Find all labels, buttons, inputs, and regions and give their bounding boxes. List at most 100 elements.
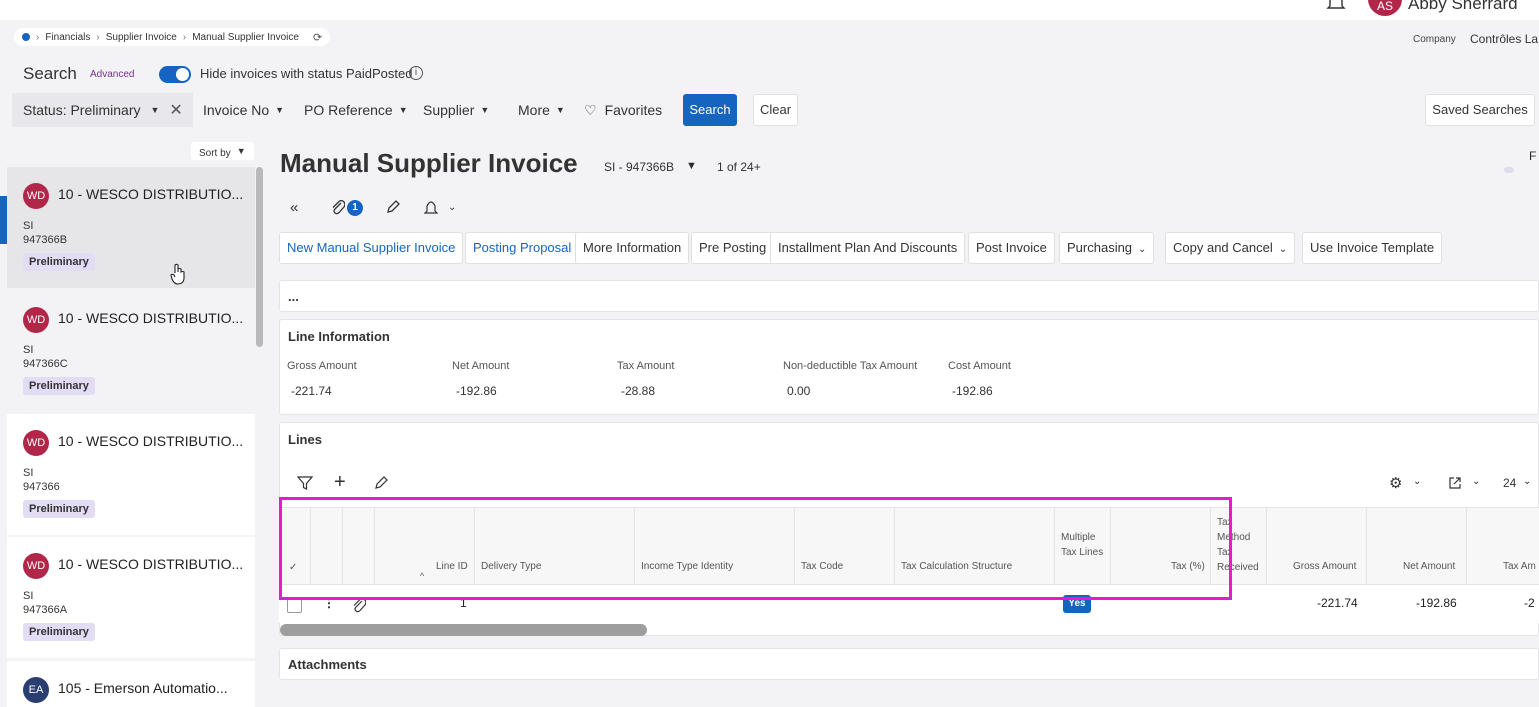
copy-and-cancel-menu[interactable]: Copy and Cancel ⌄ [1165,232,1296,264]
add-icon[interactable]: + [334,471,346,494]
hand-pointer-icon [170,263,185,285]
company-selector[interactable]: Contrôles La [1470,32,1538,46]
posting-proposal-button[interactable]: Posting Proposal [465,232,580,264]
net-amount-label: Net Amount [452,360,510,372]
settings-gear-icon[interactable]: ⚙ [1389,474,1402,492]
search-button[interactable]: Search [683,94,737,126]
notification-bell-icon[interactable] [1326,0,1346,12]
breadcrumb-financials[interactable]: Financials [45,32,90,43]
gross-amount-value: -221.74 [291,384,332,398]
purchasing-menu[interactable]: Purchasing ⌄ [1059,232,1155,264]
chevron-down-icon[interactable]: ⌄ [1523,476,1531,487]
status-badge: Preliminary [23,253,95,271]
edit-pencil-icon[interactable] [374,476,388,490]
bell-icon[interactable] [424,200,438,216]
cell-net-amount: -192.86 [1416,596,1457,610]
refresh-icon[interactable]: ⟳ [313,31,322,44]
user-avatar[interactable]: AS [1368,0,1402,16]
status-chip-label: Status: Preliminary [23,102,141,118]
caret-down-icon: ▼ [275,105,285,115]
invoice-no-filter[interactable]: Invoice No ▼ [203,102,284,118]
list-item-number: 947366C [23,358,68,370]
status-filter-chip[interactable]: Status: Preliminary ▼ ✕ [12,93,193,127]
chevron-down-icon[interactable]: ⌄ [448,202,456,213]
list-item[interactable]: WD 10 - WESCO DISTRIBUTIO... SI 947366A … [7,537,255,658]
filter-label: Invoice No [203,102,270,118]
home-icon[interactable] [22,33,30,41]
sort-by-label: Sort by [199,148,231,159]
paperclip-icon[interactable] [331,199,345,215]
filter-label: More [518,102,550,118]
column-header-net-amount[interactable]: Net Amount [1403,561,1455,572]
chevron-down-icon: ⌄ [1138,244,1147,255]
avatar: WD [23,307,49,333]
chevron-right-icon: › [36,31,40,43]
top-bar: AS Abby Sherrard [0,0,1539,20]
caret-down-icon: ▼ [236,146,246,156]
cell-tax-amount: -2 [1524,596,1535,610]
more-information-button[interactable]: More Information [575,232,690,264]
list-item-title: 105 - Emerson Automatio... [58,680,228,696]
page-size-selector[interactable]: 24 [1503,476,1516,490]
user-name[interactable]: Abby Sherrard [1408,0,1518,14]
toggle-label: Hide invoices with status PaidPosted [200,66,413,81]
clear-button[interactable]: Clear [753,94,798,126]
caret-down-icon[interactable]: ▼ [686,160,697,172]
page-title: Manual Supplier Invoice [280,148,578,178]
column-header-tax-amount[interactable]: Tax Am [1503,561,1536,572]
supplier-filter[interactable]: Supplier ▼ [423,102,489,118]
record-count: 1 of 24+ [717,160,761,174]
list-scrollbar[interactable] [256,167,263,347]
record-id: SI - 947366B [604,160,675,174]
tax-amount-label: Tax Amount [617,360,675,372]
more-filter[interactable]: More ▼ [518,102,565,118]
attachments-card[interactable]: Attachments [279,648,1539,680]
chevron-down-icon[interactable]: ⌄ [1413,476,1421,487]
tax-amount-value: -28.88 [621,384,656,398]
caret-down-icon[interactable]: ▼ [150,105,159,115]
list-item[interactable]: WD 10 - WESCO DISTRIBUTIO... SI 947366C … [7,291,255,412]
installment-plan-button[interactable]: Installment Plan And Discounts [770,232,966,264]
caret-down-icon: ▼ [480,105,490,115]
advanced-search-link[interactable]: Advanced [90,69,134,80]
list-item-title: 10 - WESCO DISTRIBUTIO... [58,433,244,449]
close-icon[interactable]: ✕ [169,100,182,120]
grid-horizontal-scrollbar[interactable] [280,624,647,636]
filter-icon[interactable] [297,475,313,491]
cost-amount-value: -192.86 [952,384,993,398]
use-invoice-template-button[interactable]: Use Invoice Template [1302,232,1443,264]
row-checkbox[interactable] [287,598,302,613]
list-item-type: SI [23,220,34,232]
info-icon[interactable]: i [409,66,423,80]
hide-paidposted-toggle[interactable] [159,66,191,83]
status-badge: Preliminary [23,623,95,641]
edit-pencil-icon[interactable] [386,200,400,214]
search-title: Search [23,64,77,83]
list-item[interactable]: WD 10 - WESCO DISTRIBUTIO... SI 947366B … [7,167,255,288]
new-manual-supplier-invoice-button[interactable]: New Manual Supplier Invoice [279,232,464,264]
sort-by-dropdown[interactable]: Sort by ▼ [191,142,254,160]
po-reference-filter[interactable]: PO Reference ▼ [304,102,408,118]
breadcrumb-supplier-invoice[interactable]: Supplier Invoice [106,32,177,43]
cost-amount-label: Cost Amount [948,360,1011,372]
list-item-number: 947366 [23,481,60,493]
collapse-left-icon[interactable]: « [290,199,298,216]
line-information-title: Line Information [288,329,390,344]
export-icon[interactable] [1448,476,1462,490]
list-item-type: SI [23,344,34,356]
list-item-title: 10 - WESCO DISTRIBUTIO... [58,186,244,202]
collapsed-section[interactable]: ... [279,280,1539,312]
chevron-down-icon[interactable]: ⌄ [1472,476,1480,487]
post-invoice-button[interactable]: Post Invoice [968,232,1055,264]
breadcrumb: › Financials › Supplier Invoice › Manual… [14,28,331,46]
list-item[interactable]: EA 105 - Emerson Automatio... [7,661,255,707]
favorites-button[interactable]: ♡ Favorites [584,102,662,119]
saved-searches-button[interactable]: Saved Searches [1425,94,1535,126]
filter-label: Supplier [423,102,475,118]
column-header-gross-amount[interactable]: Gross Amount [1293,561,1356,572]
list-item[interactable]: WD 10 - WESCO DISTRIBUTIO... SI 947366 P… [7,414,255,535]
filter-label: PO Reference [304,102,393,118]
section-ellipsis: ... [288,289,299,304]
attachments-title: Attachments [288,657,367,672]
pre-posting-button[interactable]: Pre Posting [691,232,775,264]
